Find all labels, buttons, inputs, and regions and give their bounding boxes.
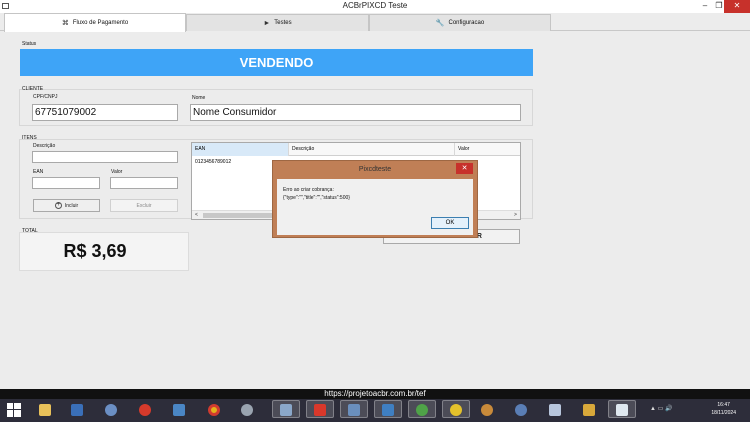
taskbar-app-11[interactable]	[374, 400, 402, 418]
taskbar-chrome[interactable]	[205, 401, 223, 419]
taskbar-clock[interactable]: 16:47 18/11/2024	[711, 401, 736, 417]
minimize-button[interactable]: –	[698, 0, 712, 13]
taskbar-app-18[interactable]	[608, 400, 636, 418]
status-label: Status	[22, 41, 37, 47]
window-titlebar: ACBrPIXCD Teste – ❐ ✕	[0, 0, 750, 13]
chrome-icon	[208, 404, 220, 416]
error-dialog: Pixcdteste ✕ Erro ao criar cobrança: {"t…	[272, 160, 478, 238]
status-banner: VENDENDO	[20, 49, 533, 76]
cliente-group-label: CLIENTE	[22, 86, 44, 92]
window-title: ACBrPIXCD Teste	[342, 1, 408, 10]
ean-input[interactable]	[32, 177, 100, 189]
nome-input[interactable]: Nome Consumidor	[190, 104, 521, 121]
cpf-input[interactable]: 67751079002	[32, 104, 178, 121]
folder-icon	[39, 404, 51, 416]
postgres-icon	[515, 404, 527, 416]
column-header-ean[interactable]: EAN	[192, 143, 289, 156]
play-icon: ►	[263, 19, 271, 27]
app-icon	[481, 404, 493, 416]
clock-date: 18/11/2024	[711, 410, 736, 416]
tab-label: Fluxo de Pagamento	[72, 20, 129, 26]
taskbar-app-17[interactable]	[580, 401, 598, 419]
url-overlay: https://projetoacbr.com.br/tef	[0, 389, 750, 399]
itens-group-label: ITENS	[22, 135, 37, 141]
taskbar-app-5[interactable]	[170, 401, 188, 419]
app-icon	[416, 404, 428, 416]
system-tray[interactable]: ▲ ▭ 🔊	[650, 405, 672, 412]
taskbar-app-dx[interactable]	[136, 401, 154, 419]
app-icon	[382, 404, 394, 416]
taskbar-app-13[interactable]	[442, 400, 470, 418]
cpf-label: CPF/CNPJ	[33, 94, 58, 100]
column-header-descricao[interactable]: Descrição	[289, 143, 455, 156]
dialog-ok-button[interactable]: OK	[431, 217, 469, 229]
tab-fluxo-de-pagamento[interactable]: ⌘ Fluxo de Pagamento	[4, 13, 186, 32]
app-icon	[583, 404, 595, 416]
table-row-ean[interactable]: 0123456789012	[192, 159, 231, 165]
taskbar-app-9[interactable]	[306, 400, 334, 418]
app-icon	[348, 404, 360, 416]
dialog-close-button[interactable]: ✕	[456, 163, 473, 174]
app-icon	[616, 404, 628, 416]
taskbar-app-14[interactable]	[478, 401, 496, 419]
app-icon	[173, 404, 185, 416]
scroll-left-icon[interactable]: <	[192, 211, 201, 220]
taskbar-app-7[interactable]	[238, 401, 256, 419]
windows-start-icon[interactable]	[7, 403, 21, 417]
app-icon	[71, 404, 83, 416]
dialog-message-line1: Erro ao criar cobrança:	[283, 187, 334, 193]
taskbar-file-explorer[interactable]	[36, 401, 54, 419]
incluir-label: Incluir	[64, 202, 79, 209]
taskbar-app-15[interactable]	[512, 401, 530, 419]
total-value: R$ 3,69	[63, 241, 127, 261]
gear-icon	[241, 404, 253, 416]
descricao-label: Descrição	[33, 143, 56, 149]
tab-label: Testes	[274, 20, 292, 26]
clock-time: 16:47	[717, 402, 730, 408]
taskbar-app-2[interactable]	[68, 401, 86, 419]
grid-header: EAN Descrição Valor	[192, 143, 520, 156]
taskbar-app-10[interactable]	[340, 400, 368, 418]
taskbar-app-12[interactable]	[408, 400, 436, 418]
command-icon: ⌘	[61, 20, 69, 27]
tab-label: Configuracao	[448, 20, 485, 26]
tab-bar: ⌘ Fluxo de Pagamento ► Testes 🔧 Configur…	[0, 13, 750, 32]
nome-label: Nome	[192, 95, 206, 101]
wrench-icon: 🔧	[435, 20, 445, 27]
app-icon	[450, 404, 462, 416]
add-icon: +	[54, 202, 62, 209]
tab-testes[interactable]: ► Testes	[186, 14, 369, 31]
close-button[interactable]: ✕	[724, 0, 750, 13]
dx-icon	[139, 404, 151, 416]
tab-configuracao[interactable]: 🔧 Configuracao	[369, 14, 551, 31]
excluir-button[interactable]: Excluir	[110, 199, 178, 212]
app-icon	[105, 404, 117, 416]
taskbar-app-16[interactable]	[546, 401, 564, 419]
taskbar-app-8[interactable]	[272, 400, 300, 418]
app-icon	[549, 404, 561, 416]
dialog-message-line2: {"type":"","title":"","status":500}	[283, 195, 350, 201]
dialog-title: Pixcdteste	[358, 166, 392, 173]
ean-label: EAN	[33, 169, 44, 175]
incluir-button[interactable]: + Incluir	[33, 199, 100, 212]
taskbar-app-3[interactable]	[102, 401, 120, 419]
column-header-valor[interactable]: Valor	[455, 143, 520, 156]
descricao-input[interactable]	[32, 151, 178, 163]
valor-label: Valor	[111, 169, 123, 175]
app-icon	[280, 404, 292, 416]
dialog-body: Erro ao criar cobrança: {"type":"","titl…	[277, 179, 473, 235]
scroll-right-icon[interactable]: >	[511, 211, 520, 220]
valor-input[interactable]	[110, 177, 178, 189]
app-icon	[314, 404, 326, 416]
